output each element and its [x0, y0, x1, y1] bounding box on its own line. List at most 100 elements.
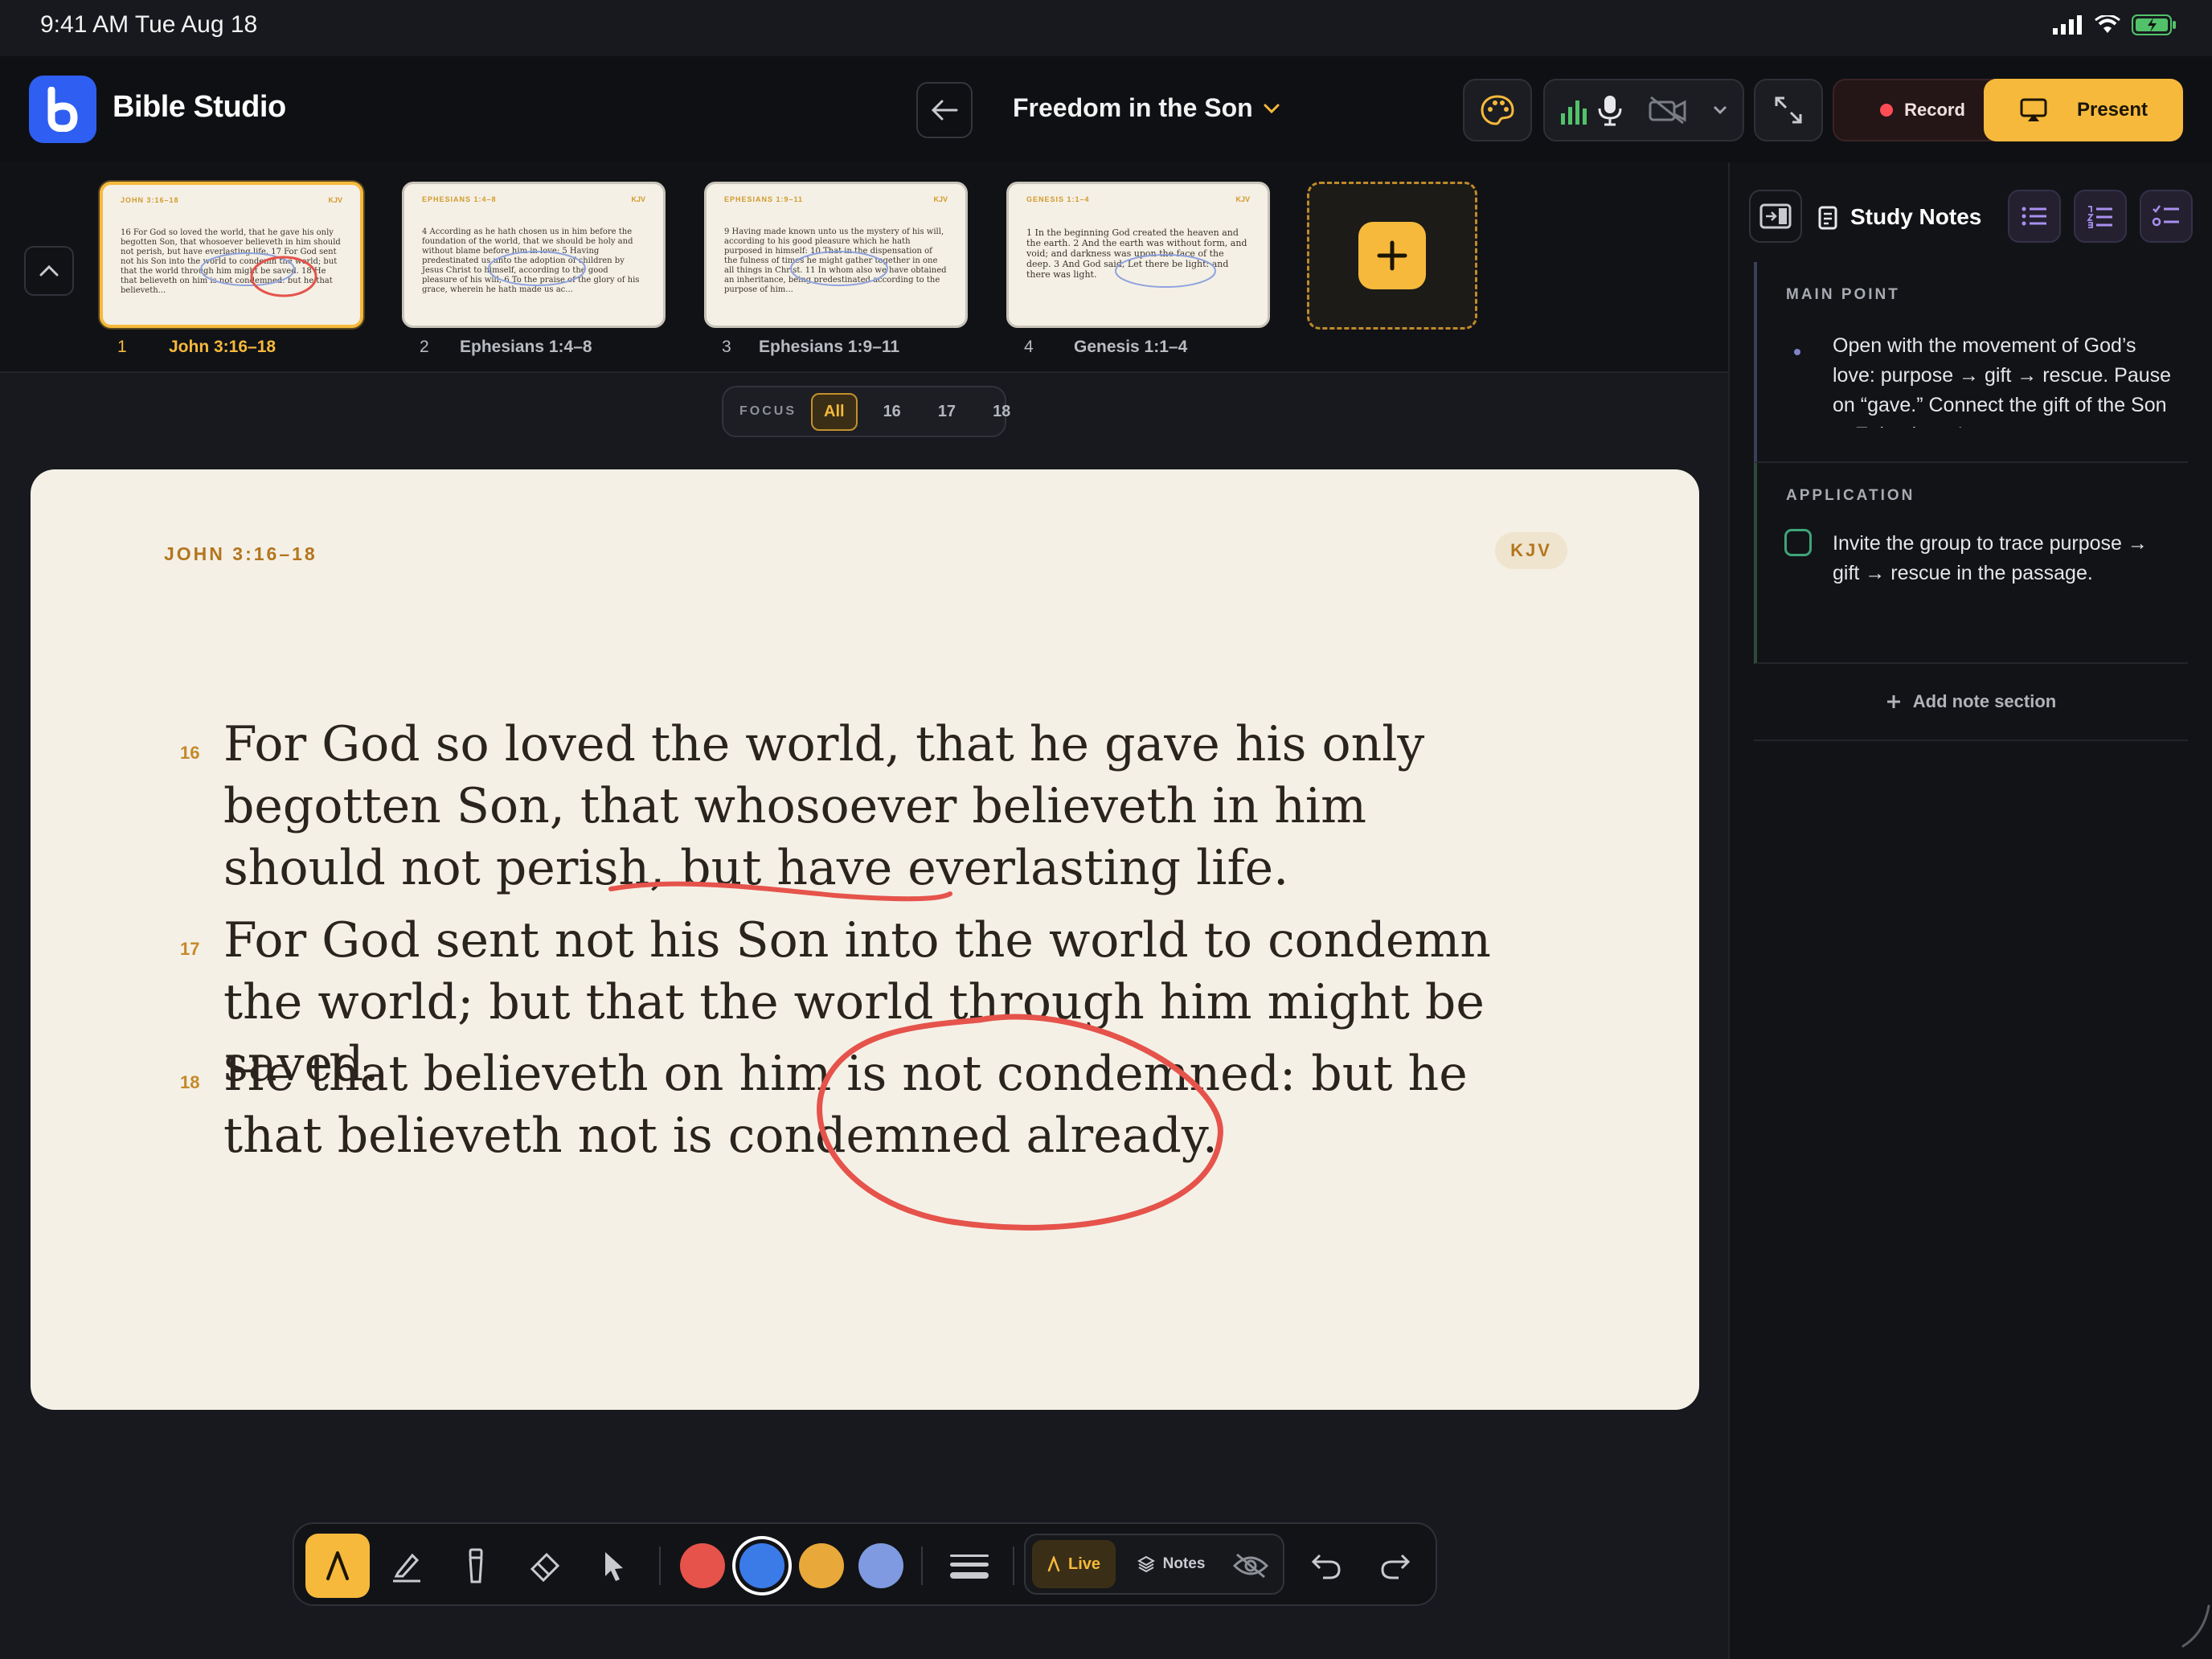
theme-button[interactable]: [1463, 79, 1532, 141]
pointer-icon: [605, 1552, 623, 1581]
bullet-icon: [1794, 349, 1800, 355]
focus-chip-all[interactable]: All: [811, 392, 858, 431]
app-header: Bible Studio Freedom in the Son Record P…: [0, 56, 2212, 162]
thumb-ink: [200, 252, 317, 297]
add-note-label: Add note section: [1912, 691, 2057, 711]
focus-chip-17[interactable]: 17: [927, 395, 967, 429]
present-button[interactable]: Present: [1984, 79, 2183, 141]
toolbar-divider: [921, 1546, 923, 1585]
ink-circle: [817, 1014, 1223, 1231]
toolbar-divider: [1013, 1546, 1014, 1585]
slide-label: John 3:16–18: [169, 338, 276, 356]
slide-label: Ephesians 1:9–11: [759, 338, 900, 356]
arrow-left-icon: [931, 100, 958, 121]
logo-icon: [47, 87, 78, 132]
toggle-panel-button[interactable]: [1749, 190, 1802, 243]
undo-button[interactable]: [1294, 1534, 1358, 1598]
audio-level-icon: [1561, 96, 1622, 126]
plus-icon: [1886, 695, 1900, 708]
toolbar-divider: [659, 1546, 661, 1585]
add-slide-button[interactable]: [1307, 182, 1477, 330]
spotlight-icon: [469, 1548, 483, 1583]
app-title: Bible Studio: [113, 90, 286, 124]
highlighter-tool-button[interactable]: [375, 1534, 439, 1598]
color-swatch-blue[interactable]: [739, 1543, 784, 1588]
bullet-list-button[interactable]: [2008, 190, 2061, 243]
focus-chip-16[interactable]: 16: [872, 395, 912, 429]
slide-thumbnail-4[interactable]: GENESIS 1:1–4 KJV 1 In the beginning God…: [1006, 182, 1270, 328]
stroke-width-button[interactable]: [937, 1534, 1002, 1598]
signal-icon: [2053, 15, 2082, 35]
slide-thumbnail-3[interactable]: EPHESIANS 1:9–11 KJV 9 Having made known…: [704, 182, 968, 328]
airplay-icon: [2020, 98, 2047, 121]
fullscreen-button[interactable]: [1754, 79, 1823, 141]
record-dot-icon: [1880, 104, 1894, 117]
checkbox-icon[interactable]: [1784, 529, 1812, 556]
chevron-down-icon: [1713, 105, 1727, 115]
status-icons: [2053, 14, 2177, 35]
eraser-icon: [530, 1552, 560, 1582]
undo-icon: [1311, 1554, 1341, 1579]
camera-off-icon: [1649, 96, 1686, 125]
plus-icon: [1358, 222, 1426, 289]
palette-icon: [1481, 95, 1514, 125]
app-logo: [29, 76, 96, 143]
back-button[interactable]: [916, 82, 973, 138]
expand-icon: [1775, 96, 1802, 124]
thumb-ink: [790, 251, 888, 286]
checklist-button[interactable]: [2140, 190, 2193, 243]
redo-button[interactable]: [1363, 1534, 1428, 1598]
color-swatch-yellow[interactable]: [799, 1543, 844, 1588]
section-text[interactable]: Open with the movement of God’s love: pu…: [1833, 331, 2178, 428]
bullet-list-icon: [2022, 207, 2046, 226]
focus-chip-18[interactable]: 18: [981, 395, 1022, 429]
slide-number: 3: [722, 338, 731, 356]
note-section-main-point[interactable]: MAIN POINT Open with the movement of God…: [1754, 262, 2188, 463]
chevron-down-icon: [1264, 104, 1280, 113]
slide-number: 1: [117, 338, 127, 356]
notes-mode-label: Notes: [1162, 1555, 1206, 1572]
section-title: APPLICATION: [1786, 487, 1915, 504]
deck-title-dropdown[interactable]: Freedom in the Son: [1013, 93, 1280, 123]
deck-title: Freedom in the Son: [1013, 93, 1253, 122]
ink-annotations: [608, 881, 1223, 1231]
panel-title: Study Notes: [1818, 204, 1981, 230]
eraser-tool-button[interactable]: [513, 1534, 577, 1598]
live-mode-label: Live: [1067, 1555, 1101, 1573]
media-controls[interactable]: [1543, 79, 1744, 141]
status-time: 9:41 AM Tue Aug 18: [40, 11, 258, 38]
add-note-section-button[interactable]: Add note section: [1754, 664, 2188, 741]
record-label: Record: [1904, 100, 1965, 120]
numbered-list-icon: [2087, 206, 2112, 228]
color-swatch-periwinkle[interactable]: [858, 1543, 903, 1588]
ink-mode-group: Live Notes: [1024, 1534, 1284, 1595]
drawing-toolbar: Live Notes: [293, 1522, 1437, 1606]
hide-ink-button[interactable]: [1227, 1543, 1275, 1588]
slide-number: 2: [420, 338, 429, 356]
wifi-icon: [2095, 15, 2120, 33]
pen-tool-button[interactable]: [305, 1534, 370, 1598]
note-section-application[interactable]: APPLICATION Invite the group to trace pu…: [1754, 463, 2188, 664]
pen-icon: [326, 1551, 349, 1580]
pointer-tool-button[interactable]: [582, 1534, 646, 1598]
slide-thumbnail-2[interactable]: EPHESIANS 1:4–8 KJV 4 According as he ha…: [402, 182, 666, 328]
spotlight-tool-button[interactable]: [444, 1534, 508, 1598]
redo-icon: [1381, 1554, 1411, 1579]
numbered-list-button[interactable]: [2074, 190, 2127, 243]
color-swatch-red[interactable]: [680, 1543, 725, 1588]
live-mode-button[interactable]: Live: [1032, 1540, 1116, 1588]
slide-canvas[interactable]: JOHN 3:16–18 KJV 16 For God so loved the…: [31, 469, 1699, 1410]
notes-mode-button[interactable]: Notes: [1127, 1540, 1215, 1588]
section-title: MAIN POINT: [1786, 286, 1900, 303]
notes-icon: [1818, 206, 1837, 230]
present-label: Present: [2076, 99, 2149, 121]
resize-handle-icon[interactable]: [2180, 1601, 2212, 1649]
panel-title-text: Study Notes: [1850, 204, 1982, 229]
chevron-up-icon: [39, 264, 59, 276]
slide-strip: JOHN 3:16–18 KJV 16 For God so loved the…: [0, 162, 1728, 373]
slide-number: 4: [1024, 338, 1034, 356]
collapse-strip-button[interactable]: [24, 246, 74, 296]
section-text[interactable]: Invite the group to trace purpose → gift…: [1833, 529, 2178, 588]
thumb-ink: [1115, 254, 1216, 288]
slide-thumbnail-1[interactable]: JOHN 3:16–18 KJV 16 For God so loved the…: [100, 182, 363, 328]
